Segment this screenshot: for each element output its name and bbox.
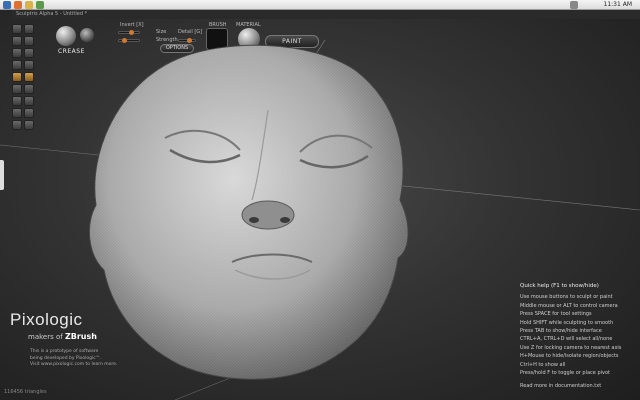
help-line: Ctrl+H to show all: [520, 361, 566, 368]
help-line: Press SPACE for tool settings: [520, 311, 592, 318]
help-line: CTRL+A, CTRL+D will select all/none: [520, 336, 613, 343]
help-line: Press/hold F to toggle or place pivot: [520, 370, 611, 377]
help-line: Press TAB to show/hide interface: [520, 328, 602, 335]
triangle-count: 116456 triangles: [4, 389, 47, 395]
pixologic-logo: Pixologic: [10, 310, 83, 329]
help-line: Middle mouse or ALT to control camera: [520, 302, 618, 309]
makers-line: makers of ZBrush: [28, 332, 117, 341]
quick-help-panel: Quick help (F1 to show/hide) Use mouse b…: [520, 282, 621, 391]
help-line: Hold SHIFT while sculpting to smooth: [520, 319, 614, 326]
zbrush-logo: ZBrush: [64, 332, 97, 341]
info-line[interactable]: Visit www.pixologic.com to learn more.: [30, 362, 117, 369]
makers-prefix: makers of: [28, 333, 63, 341]
help-title: Quick help (F1 to show/hide): [520, 283, 599, 289]
help-line: H+Mouse to hide/isolate region/objects: [520, 353, 619, 360]
help-line: Use mouse buttons to sculpt or paint: [520, 294, 613, 301]
help-line: Use Z for locking camera to nearest axis: [520, 344, 622, 351]
help-footer: Read more in documentation.txt: [520, 383, 602, 390]
info-text: This is a prototype of software being de…: [30, 349, 117, 369]
sculpt-head-model: [89, 44, 409, 380]
pixologic-logo-block: Pixologic makers of ZBrush This is a pro…: [10, 310, 117, 369]
